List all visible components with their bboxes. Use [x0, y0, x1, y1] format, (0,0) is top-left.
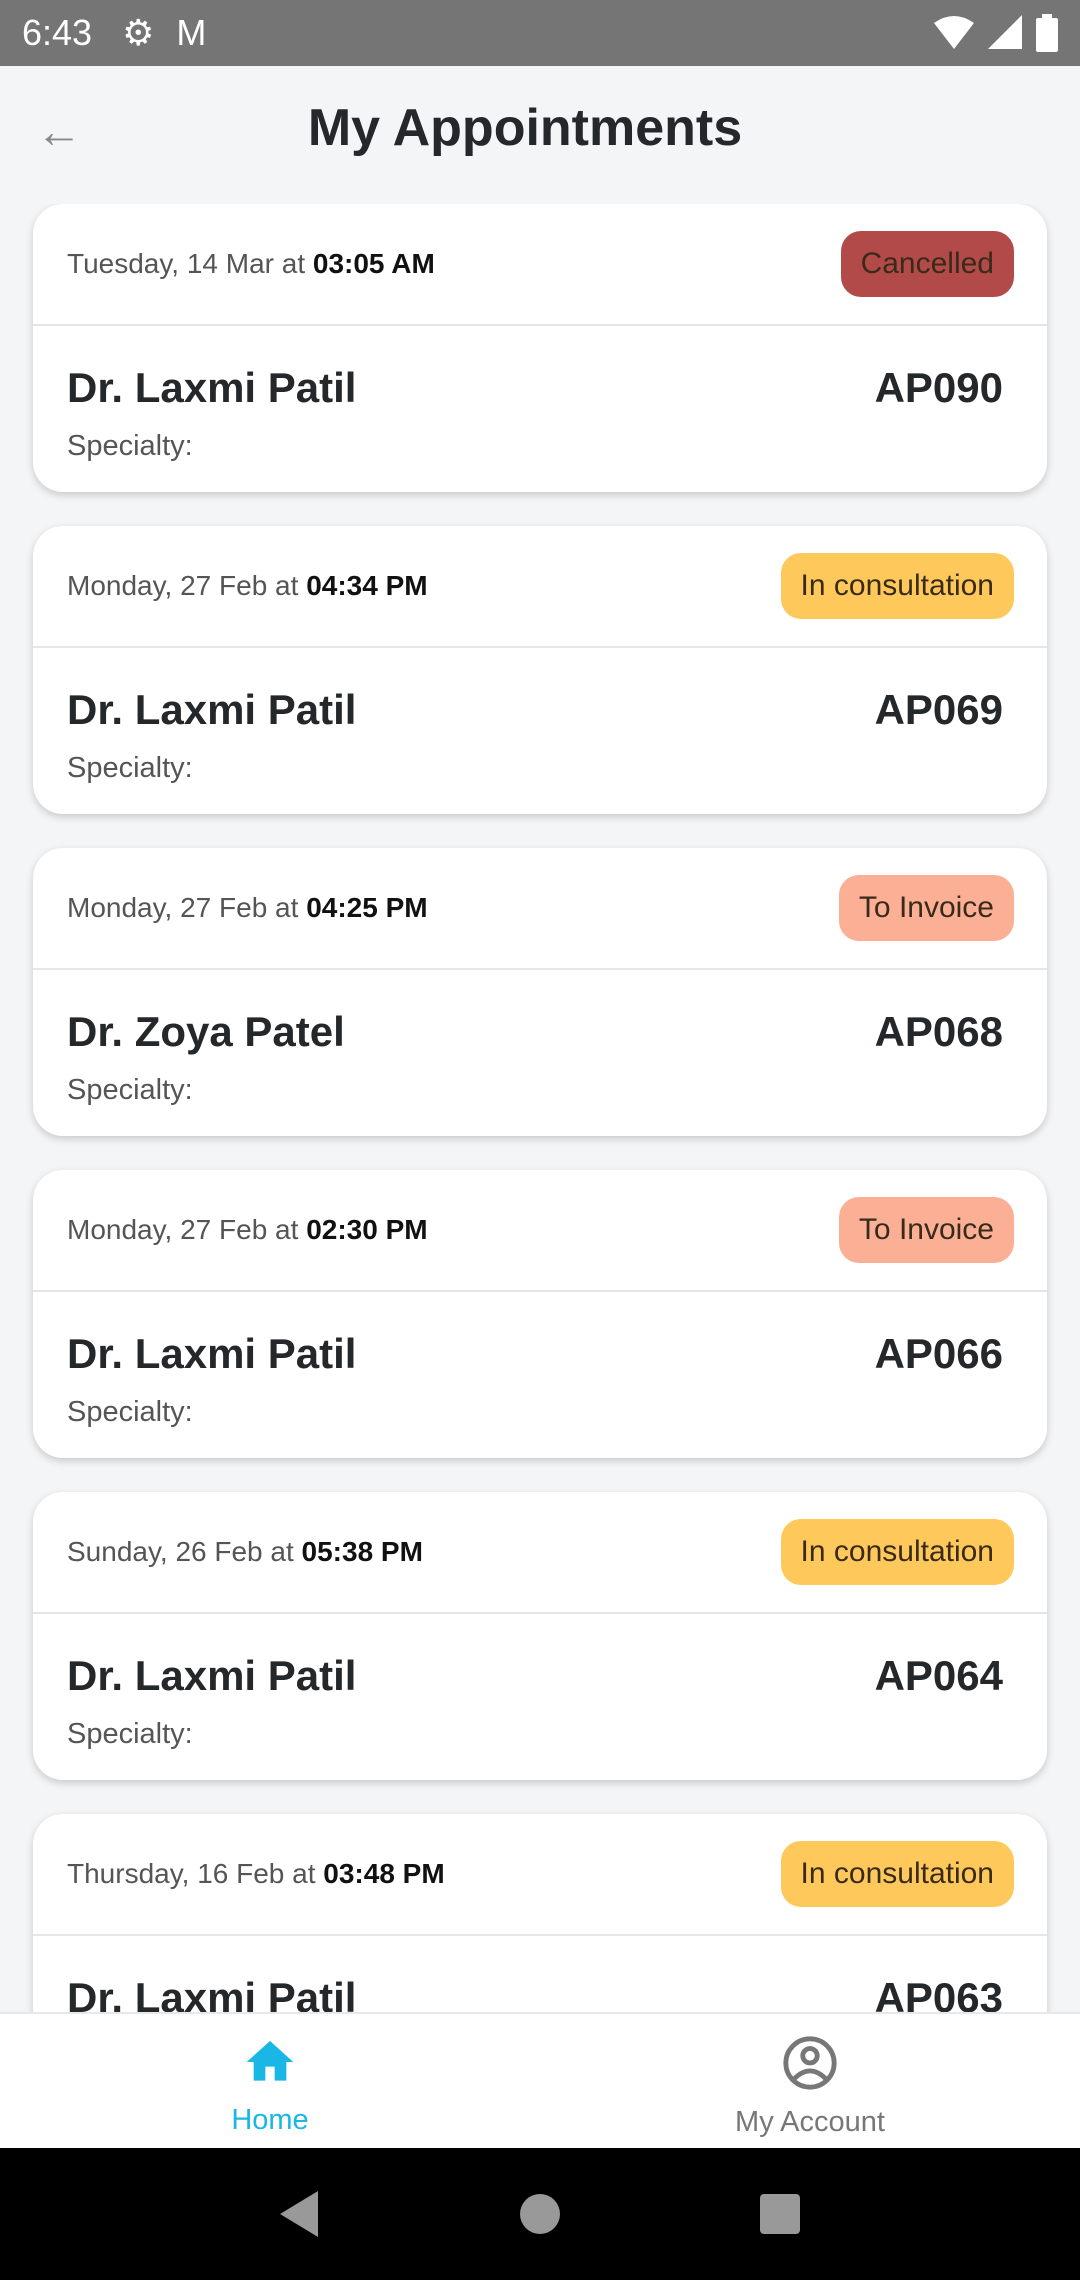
appointment-time: 03:48 PM [323, 1858, 445, 1889]
doctor-name: Dr. Laxmi Patil [67, 1330, 357, 1377]
app-header: ← My Appointments [0, 66, 1080, 204]
appointment-card[interactable]: Tuesday, 14 Mar at 03:05 AM Cancelled Dr… [33, 204, 1047, 492]
appointment-time: 02:30 PM [306, 1214, 428, 1245]
card-body: Dr. Laxmi Patil AP069 Specialty: [33, 648, 1047, 812]
card-body: Dr. Zoya Patel AP068 Specialty: [33, 970, 1047, 1134]
appointment-code: AP068 [874, 1008, 1003, 1055]
appointment-card[interactable]: Thursday, 16 Feb at 03:48 PM In consulta… [33, 1814, 1047, 2012]
specialty-label: Specialty: [67, 1718, 193, 1750]
gear-icon: ⚙ [122, 12, 155, 53]
appointments-list[interactable]: Tuesday, 14 Mar at 03:05 AM Cancelled Dr… [0, 204, 1080, 2012]
account-circle-icon [783, 2036, 837, 2090]
appointment-date: Thursday, 16 Feb at [67, 1858, 316, 1889]
card-body: Dr. Laxmi Patil AP066 Specialty: [33, 1292, 1047, 1456]
specialty-label: Specialty: [67, 752, 193, 784]
status-badge: Cancelled [840, 231, 1014, 297]
appointment-time: 05:38 PM [301, 1536, 423, 1567]
appointment-datetime: Thursday, 16 Feb at 03:48 PM [67, 1858, 445, 1890]
card-header: Tuesday, 14 Mar at 03:05 AM Cancelled [33, 204, 1047, 326]
nav-item-my-account[interactable]: My Account [540, 2014, 1080, 2148]
appointment-date: Monday, 27 Feb at [67, 1214, 299, 1245]
status-badge: To Invoice [838, 875, 1014, 941]
appointment-datetime: Monday, 27 Feb at 04:34 PM [67, 570, 428, 602]
doctor-name: Dr. Laxmi Patil [67, 1652, 357, 1699]
appointment-datetime: Sunday, 26 Feb at 05:38 PM [67, 1536, 423, 1568]
status-time: 6:43 [22, 12, 93, 53]
appointment-date: Monday, 27 Feb at [67, 570, 299, 601]
appointment-code: AP090 [874, 364, 1003, 411]
appointment-card[interactable]: Monday, 27 Feb at 04:25 PM To Invoice Dr… [33, 848, 1047, 1136]
doctor-name: Dr. Laxmi Patil [67, 364, 357, 411]
page-title: My Appointments [307, 99, 743, 157]
doctor-name: Dr. Laxmi Patil [67, 1974, 357, 2012]
status-badge: To Invoice [838, 1197, 1014, 1263]
appointment-code: AP066 [874, 1330, 1003, 1377]
appointment-card[interactable]: Monday, 27 Feb at 04:34 PM In consultati… [33, 526, 1047, 814]
card-header: Monday, 27 Feb at 04:25 PM To Invoice [33, 848, 1047, 970]
appointment-code: AP064 [874, 1652, 1003, 1699]
status-badge: In consultation [780, 553, 1014, 619]
appointment-time: 04:34 PM [306, 570, 428, 601]
nav-label-my-account: My Account [735, 2106, 885, 2138]
appointment-date: Sunday, 26 Feb at [67, 1536, 294, 1567]
appointment-code: AP063 [874, 1974, 1003, 2012]
card-header: Thursday, 16 Feb at 03:48 PM In consulta… [33, 1814, 1047, 1936]
appointment-datetime: Tuesday, 14 Mar at 03:05 AM [67, 248, 435, 280]
appointment-datetime: Monday, 27 Feb at 02:30 PM [67, 1214, 428, 1246]
bottom-nav: Home My Account [0, 2012, 1080, 2148]
gmail-icon: M [176, 12, 207, 53]
battery-icon [1036, 14, 1058, 52]
nav-item-home[interactable]: Home [0, 2014, 540, 2148]
home-icon [246, 2041, 294, 2081]
nav-label-home: Home [231, 2104, 309, 2136]
card-header: Monday, 27 Feb at 04:34 PM In consultati… [33, 526, 1047, 648]
appointment-time: 03:05 AM [312, 248, 435, 279]
appointment-card[interactable]: Sunday, 26 Feb at 05:38 PM In consultati… [33, 1492, 1047, 1780]
back-triangle-icon[interactable] [280, 2191, 320, 2237]
home-circle-icon[interactable] [520, 2194, 560, 2234]
status-badge: In consultation [780, 1519, 1014, 1585]
appointment-date: Monday, 27 Feb at [67, 892, 299, 923]
appointment-date: Tuesday, 14 Mar at [67, 248, 306, 279]
wifi-icon [934, 16, 974, 49]
status-bar: 6:43 ⚙ M [0, 0, 1080, 66]
recents-square-icon[interactable] [760, 2194, 800, 2234]
specialty-label: Specialty: [67, 1074, 193, 1106]
card-body: Dr. Laxmi Patil AP090 Specialty: [33, 326, 1047, 490]
card-header: Monday, 27 Feb at 02:30 PM To Invoice [33, 1170, 1047, 1292]
card-body: Dr. Laxmi Patil AP063 Specialty: [33, 1936, 1047, 2012]
system-nav-bar [0, 2148, 1080, 2280]
card-body: Dr. Laxmi Patil AP064 Specialty: [33, 1614, 1047, 1778]
doctor-name: Dr. Laxmi Patil [67, 686, 357, 733]
specialty-label: Specialty: [67, 1396, 193, 1428]
appointment-datetime: Monday, 27 Feb at 04:25 PM [67, 892, 428, 924]
signal-icon [988, 15, 1022, 49]
appointment-code: AP069 [874, 686, 1003, 733]
doctor-name: Dr. Zoya Patel [67, 1008, 345, 1055]
card-header: Sunday, 26 Feb at 05:38 PM In consultati… [33, 1492, 1047, 1614]
specialty-label: Specialty: [67, 430, 193, 462]
status-badge: In consultation [780, 1841, 1014, 1907]
appointment-time: 04:25 PM [306, 892, 428, 923]
appointment-card[interactable]: Monday, 27 Feb at 02:30 PM To Invoice Dr… [33, 1170, 1047, 1458]
